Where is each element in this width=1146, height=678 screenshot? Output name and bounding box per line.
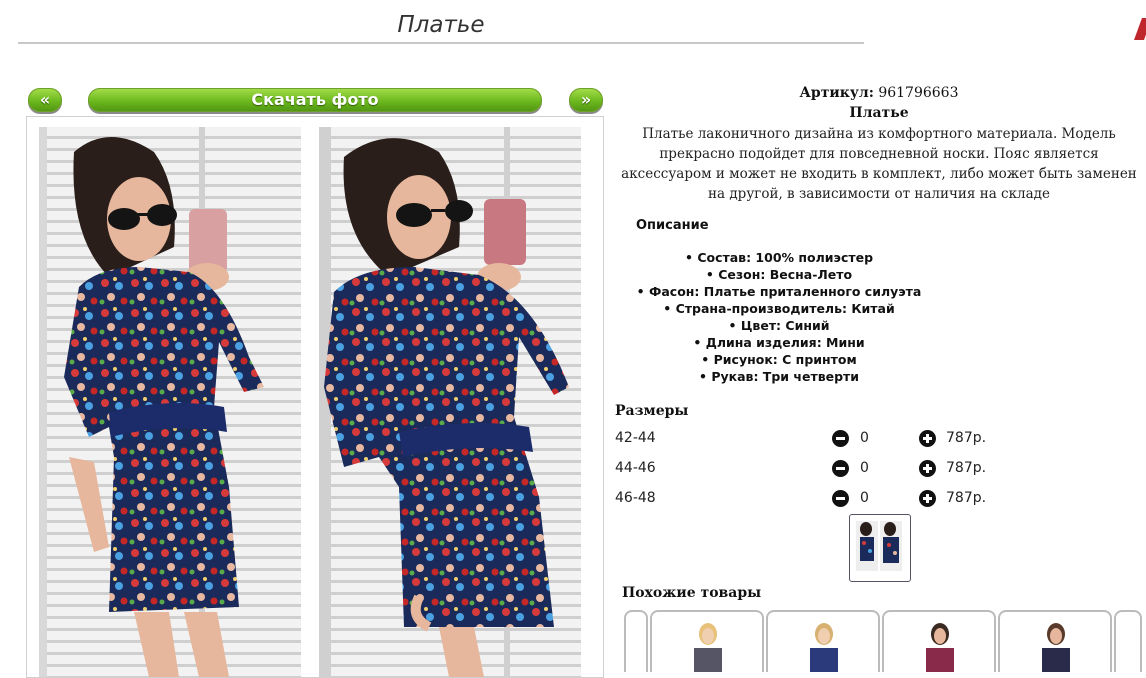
plus-icon[interactable]	[919, 430, 936, 447]
minus-icon[interactable]	[832, 490, 849, 507]
spec-item: Состав: 100% полиэстер	[612, 249, 946, 266]
spec-item: Сезон: Весна-Лето	[612, 266, 946, 283]
size-row: 42-44 0 787р.	[615, 430, 1135, 450]
size-row: 46-48 0 787р.	[615, 490, 1135, 510]
product-photo-2[interactable]	[319, 127, 581, 677]
product-photo-frame	[26, 116, 604, 678]
similar-item[interactable]	[882, 610, 996, 672]
specs-heading: Описание	[636, 218, 709, 233]
prev-photo-button[interactable]: «	[28, 88, 62, 112]
download-photo-button[interactable]: Скачать фото	[88, 88, 542, 112]
size-label: 44-46	[615, 460, 656, 476]
product-thumbnail[interactable]	[849, 514, 911, 582]
product-description: Платье лаконичного дизайна из комфортног…	[621, 126, 1137, 202]
product-name: Платье	[849, 105, 909, 121]
spec-item: Рукав: Три четверти	[612, 368, 946, 385]
spec-item: Длина изделия: Мини	[612, 334, 946, 351]
article-value: 961796663	[878, 85, 959, 101]
article-label: Артикул:	[799, 85, 874, 101]
spec-item: Страна-производитель: Китай	[612, 300, 946, 317]
thumbnail-photo-2	[880, 521, 902, 571]
next-photo-button[interactable]: »	[569, 88, 603, 112]
page-title: Платье	[397, 12, 485, 38]
size-label: 42-44	[615, 430, 656, 446]
similar-item[interactable]	[650, 610, 764, 672]
size-price: 787р.	[946, 460, 987, 476]
size-row: 44-46 0 787р.	[615, 460, 1135, 480]
minus-icon[interactable]	[832, 430, 849, 447]
spec-item: Фасон: Платье приталенного силуэта	[612, 283, 946, 300]
plus-icon[interactable]	[919, 490, 936, 507]
similar-item[interactable]	[766, 610, 880, 672]
specs-list: Состав: 100% полиэстер Сезон: Весна-Лето…	[612, 249, 946, 385]
minus-icon[interactable]	[832, 460, 849, 477]
quantity-value: 0	[860, 460, 869, 476]
spec-item: Рисунок: С принтом	[612, 351, 946, 368]
size-label: 46-48	[615, 490, 656, 506]
similar-item-partial[interactable]	[1114, 610, 1142, 672]
size-price: 787р.	[946, 430, 987, 446]
similar-item-partial[interactable]	[624, 610, 648, 672]
corner-logo-fragment	[1133, 18, 1146, 40]
sizes-heading: Размеры	[615, 403, 689, 419]
quantity-value: 0	[860, 430, 869, 446]
article-line: Артикул: 961796663	[612, 85, 1146, 101]
size-price: 787р.	[946, 490, 987, 506]
title-divider	[18, 42, 864, 44]
thumbnail-photo-1	[856, 521, 878, 571]
spec-item: Цвет: Синий	[612, 317, 946, 334]
quantity-value: 0	[860, 490, 869, 506]
similar-item[interactable]	[998, 610, 1112, 672]
similar-heading: Похожие товары	[622, 585, 762, 601]
plus-icon[interactable]	[919, 460, 936, 477]
product-photo-1[interactable]	[39, 127, 301, 677]
